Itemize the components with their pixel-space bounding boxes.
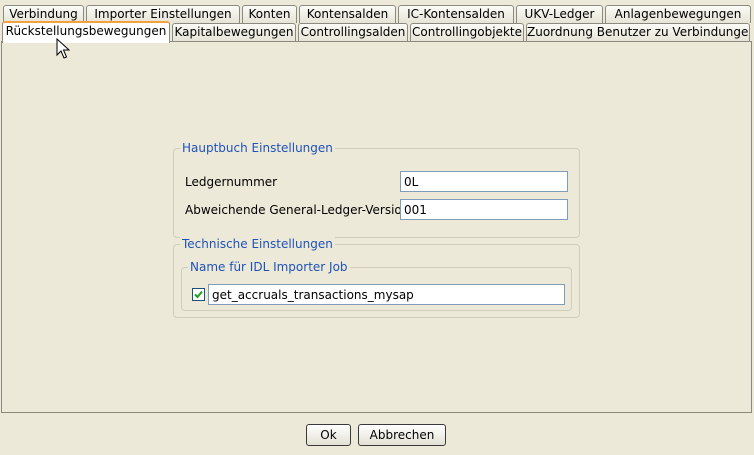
tab-konten[interactable]: Konten: [242, 5, 297, 23]
hauptbuch-group-title: Hauptbuch Einstellungen: [180, 141, 335, 155]
general-ledger-version-field[interactable]: [400, 199, 568, 220]
ok-button[interactable]: Ok: [306, 424, 351, 446]
idl-job-group-title: Name für IDL Importer Job: [188, 260, 350, 274]
mouse-pointer-icon: [56, 38, 70, 59]
ledgernummer-label: Ledgernummer: [185, 175, 278, 189]
technische-group-title: Technische Einstellungen: [180, 237, 335, 251]
idl-job-name-field[interactable]: [208, 284, 565, 305]
technische-group: Technische Einstellungen Name für IDL Im…: [173, 237, 580, 318]
idl-job-group: Name für IDL Importer Job: [181, 260, 572, 311]
tab-zuordnung-benutzer[interactable]: Zuordnung Benutzer zu Verbindungen: [526, 23, 750, 41]
idl-job-checkbox[interactable]: [192, 288, 205, 301]
tab-kapitalbewegungen[interactable]: Kapitalbewegungen: [172, 23, 296, 41]
ledgernummer-field[interactable]: [400, 171, 568, 192]
hauptbuch-group: Hauptbuch Einstellungen Ledgernummer Abw…: [173, 141, 580, 238]
general-ledger-version-label: Abweichende General-Ledger-Version: [185, 203, 410, 217]
tab-ukv-ledger[interactable]: UKV-Ledger: [516, 5, 603, 23]
tab-controllingobjekte[interactable]: Controllingobjekte: [410, 23, 524, 41]
tab-controllingsalden[interactable]: Controllingsalden: [298, 23, 408, 41]
tab-rueckstellungsbewegungen[interactable]: Rückstellungsbewegungen: [2, 21, 170, 43]
tab-ic-kontensalden[interactable]: IC-Kontensalden: [398, 5, 514, 23]
cancel-button[interactable]: Abbrechen: [358, 424, 446, 446]
checkmark-icon: [194, 290, 203, 299]
tab-content-panel: Hauptbuch Einstellungen Ledgernummer Abw…: [1, 41, 752, 413]
tab-anlagenbewegungen[interactable]: Anlagenbewegungen: [605, 5, 751, 23]
tab-kontensalden[interactable]: Kontensalden: [299, 5, 396, 23]
